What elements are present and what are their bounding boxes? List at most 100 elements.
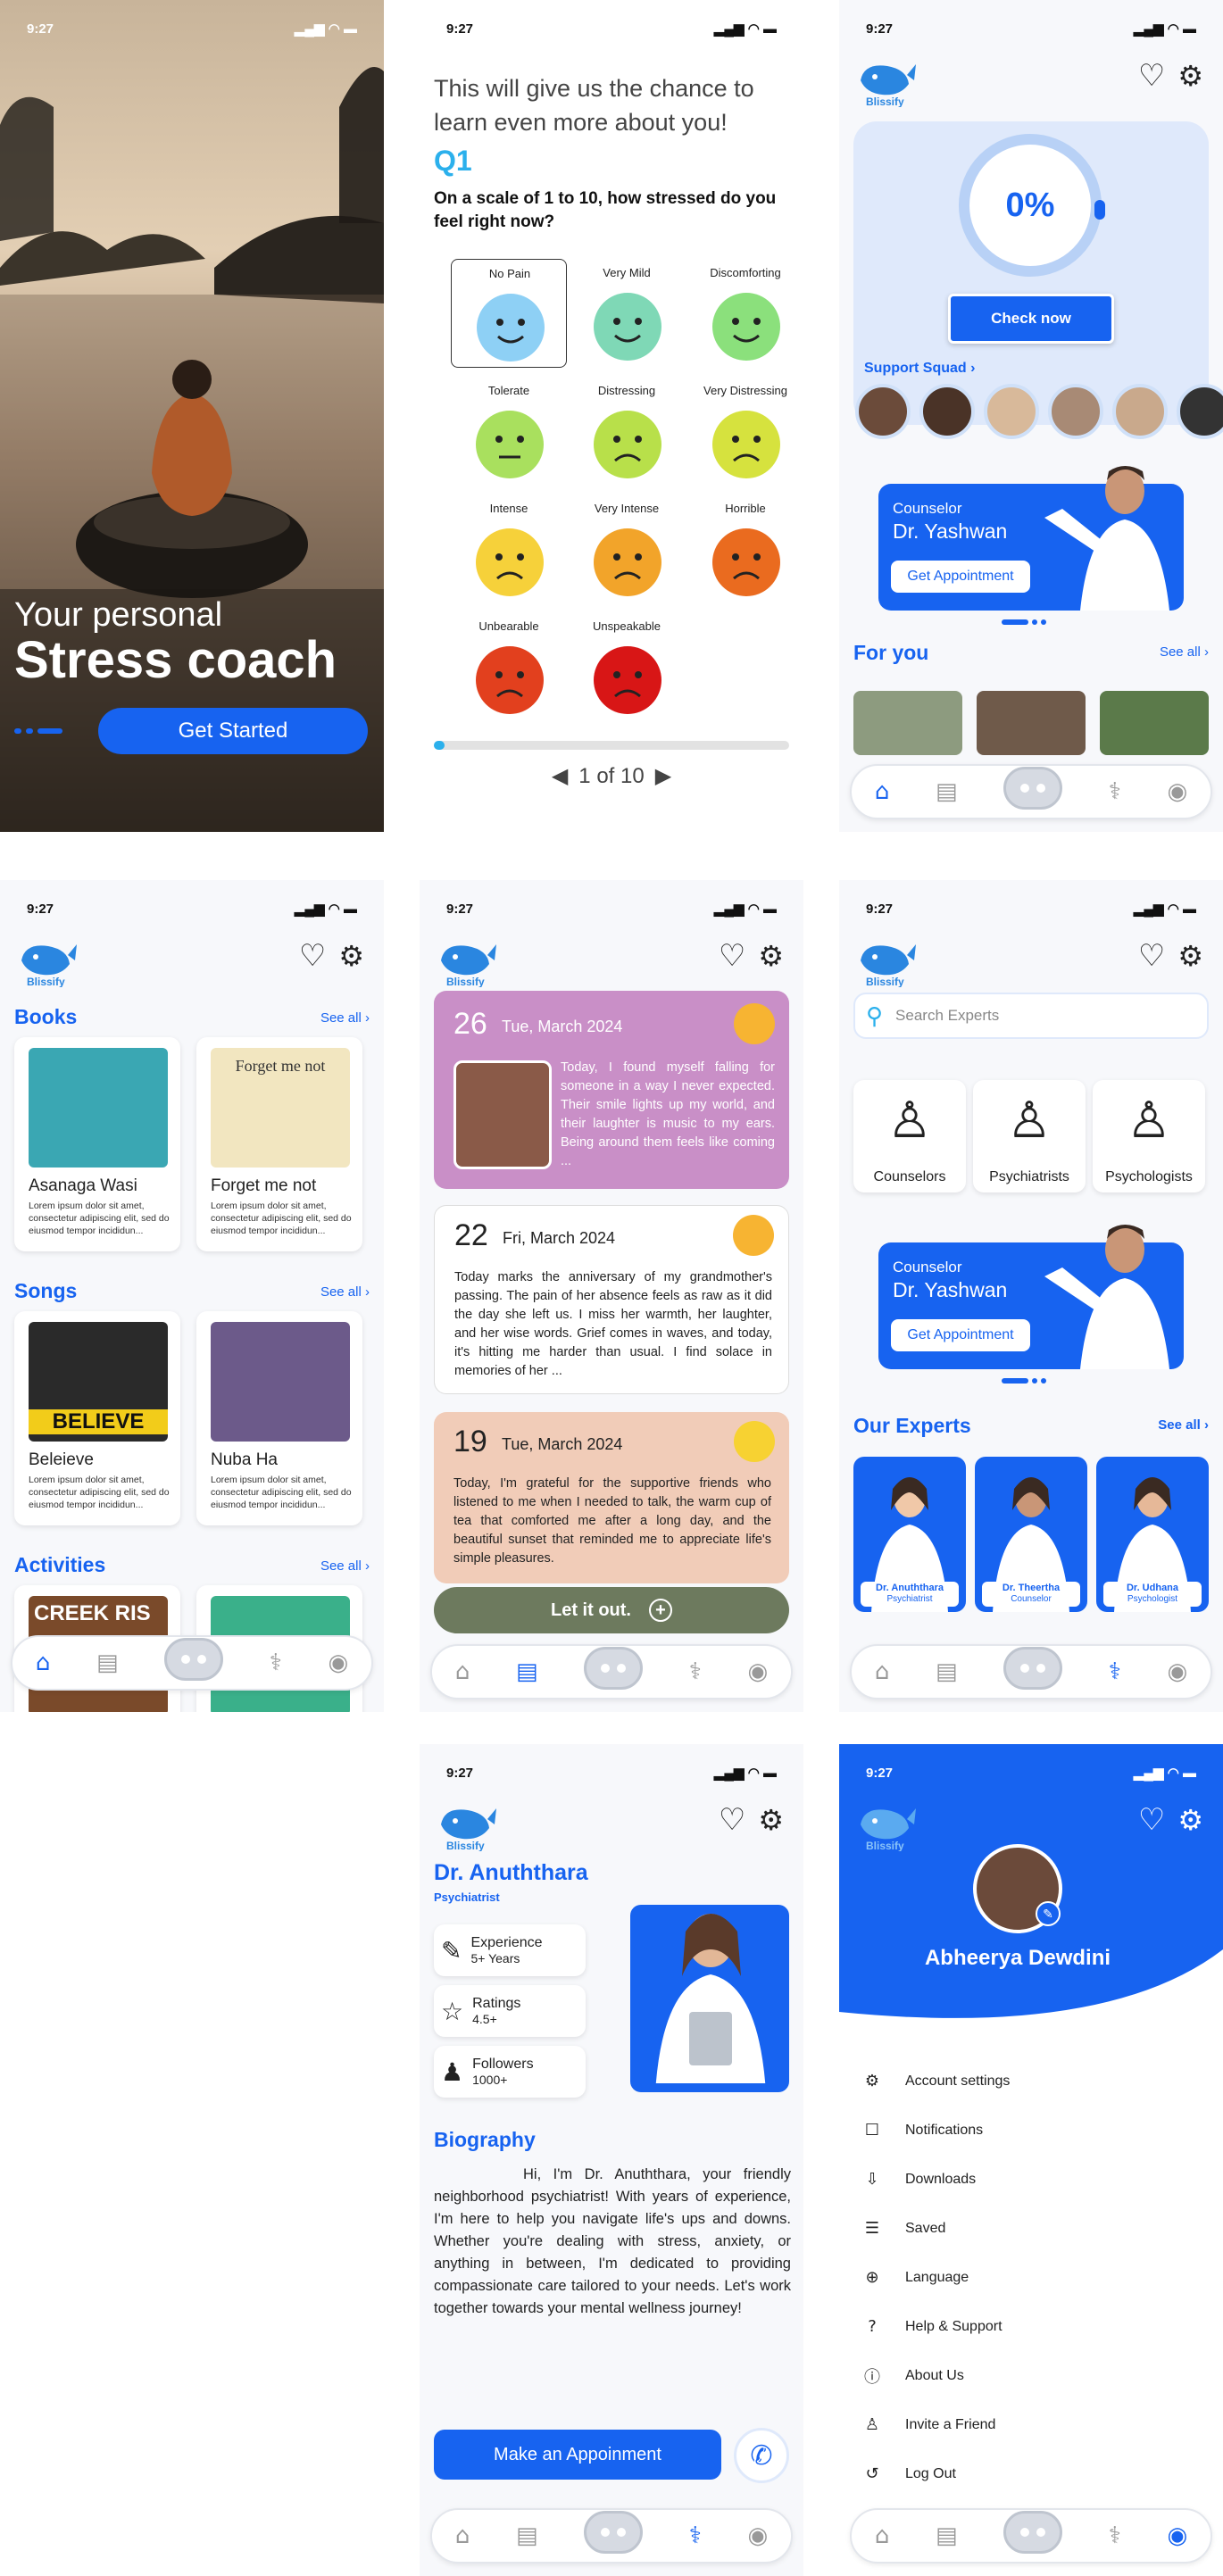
nav-stethoscope-icon[interactable]: ⚕	[1109, 2522, 1121, 2549]
gear-icon[interactable]: ⚙	[1177, 62, 1203, 90]
expert-card[interactable]: Dr. Udhana Psychologist	[1096, 1457, 1209, 1612]
next-icon[interactable]: ▶	[655, 763, 671, 789]
mood-option[interactable]: Discomforting	[687, 259, 803, 368]
mood-option[interactable]: Unbearable	[451, 612, 567, 721]
mood-option[interactable]: Horrible	[687, 494, 803, 603]
see-all-link[interactable]: See all ›	[320, 1284, 370, 1300]
nav-bot-icon[interactable]	[1003, 767, 1063, 810]
nav-stethoscope-icon[interactable]: ⚕	[1109, 1658, 1121, 1685]
nav-stethoscope-icon[interactable]: ⚕	[689, 1658, 702, 1685]
nav-bot-icon[interactable]	[164, 1638, 224, 1681]
nav-book-icon[interactable]: ▤	[936, 1658, 958, 1685]
let-it-out-button[interactable]: Let it out. +	[434, 1587, 789, 1633]
call-button[interactable]: ✆	[734, 2428, 789, 2483]
mood-option[interactable]: No Pain	[451, 259, 567, 368]
expert-card[interactable]: Dr. Theertha Counselor	[975, 1457, 1087, 1612]
check-now-button[interactable]: Check now	[948, 294, 1114, 344]
heart-icon[interactable]: ♡	[299, 941, 326, 971]
nav-bot-icon[interactable]	[584, 1647, 644, 1690]
nav-profile-icon[interactable]: ◉	[747, 1658, 768, 1685]
nav-home-icon[interactable]: ⌂	[875, 778, 890, 805]
nav-home-icon[interactable]: ⌂	[875, 1658, 890, 1685]
nav-stethoscope-icon[interactable]: ⚕	[1109, 778, 1121, 805]
mood-option[interactable]: Very Mild	[569, 259, 685, 368]
mood-option[interactable]: Intense	[451, 494, 567, 603]
heart-icon[interactable]: ♡	[1138, 1805, 1165, 1835]
menu-item-help-support[interactable]: ? Help & Support	[862, 2302, 1202, 2351]
avatar[interactable]: ✎	[973, 1844, 1062, 1933]
see-all-link[interactable]: See all ›	[1160, 644, 1209, 660]
mood-option[interactable]: Tolerate	[451, 377, 567, 486]
library-card[interactable]: BELIEVE Beleieve Lorem ipsum dolor sit ame…	[14, 1311, 180, 1525]
get-appointment-button[interactable]: Get Appointment	[891, 561, 1030, 593]
menu-item-language[interactable]: ⊕ Language	[862, 2253, 1202, 2302]
avatar[interactable]	[1177, 384, 1223, 439]
menu-item-log-out[interactable]: ↺ Log Out	[862, 2449, 1202, 2498]
avatar[interactable]	[984, 384, 1039, 439]
nav-profile-icon[interactable]: ◉	[1167, 1658, 1187, 1685]
nav-stethoscope-icon[interactable]: ⚕	[270, 1649, 282, 1676]
counselor-card[interactable]: Counselor Dr. Yashwan Get Appointment	[878, 1225, 1184, 1369]
gear-icon[interactable]: ⚙	[758, 942, 784, 970]
nav-book-icon[interactable]: ▤	[516, 1658, 538, 1685]
avatar[interactable]	[919, 384, 975, 439]
mood-option[interactable]: Unspeakable	[569, 612, 685, 721]
avatar[interactable]	[1048, 384, 1103, 439]
nav-book-icon[interactable]: ▤	[96, 1649, 119, 1676]
category-counselors[interactable]: ♙ Counselors	[853, 1080, 966, 1192]
nav-bot-icon[interactable]	[1003, 2511, 1063, 2554]
category-psychologists[interactable]: ♙ Psychologists	[1093, 1080, 1205, 1192]
menu-item-notifications[interactable]: ☐ Notifications	[862, 2106, 1202, 2155]
gear-icon[interactable]: ⚙	[338, 942, 364, 970]
nav-home-icon[interactable]: ⌂	[36, 1649, 51, 1676]
heart-icon[interactable]: ♡	[1138, 61, 1165, 91]
library-card[interactable]: Forget me not Forget me not Lorem ipsum do…	[196, 1037, 362, 1251]
get-appointment-button[interactable]: Get Appointment	[891, 1319, 1030, 1351]
nav-profile-icon[interactable]: ◉	[747, 2522, 768, 2549]
mood-option[interactable]: Very Intense	[569, 494, 685, 603]
search-input[interactable]: Search Experts	[895, 1007, 999, 1025]
nav-profile-icon[interactable]: ◉	[1167, 2522, 1187, 2549]
nav-bot-icon[interactable]	[1003, 1647, 1063, 1690]
expert-card[interactable]: Dr. Anuththara Psychiatrist	[853, 1457, 966, 1612]
gear-icon[interactable]: ⚙	[758, 1806, 784, 1834]
nav-home-icon[interactable]: ⌂	[455, 1658, 470, 1685]
library-card[interactable]: Asanaga Wasi Lorem ipsum dolor sit amet, …	[14, 1037, 180, 1251]
menu-item-downloads[interactable]: ⇩ Downloads	[862, 2155, 1202, 2204]
see-all-link[interactable]: See all ›	[1158, 1417, 1209, 1433]
counselor-card[interactable]: Counselor Dr. Yashwan Get Appointment	[878, 466, 1184, 611]
heart-icon[interactable]: ♡	[719, 1805, 745, 1835]
make-appointment-button[interactable]: Make an Appoinment	[434, 2430, 721, 2480]
nav-home-icon[interactable]: ⌂	[875, 2522, 890, 2549]
nav-book-icon[interactable]: ▤	[516, 2522, 538, 2549]
prev-icon[interactable]: ◀	[552, 763, 568, 789]
nav-book-icon[interactable]: ▤	[936, 2522, 958, 2549]
avatar[interactable]	[1112, 384, 1168, 439]
thumb-relax[interactable]	[977, 691, 1086, 755]
mood-option[interactable]: Distressing	[569, 377, 685, 486]
category-psychiatrists[interactable]: ♙ Psychiatrists	[973, 1080, 1086, 1192]
gear-icon[interactable]: ⚙	[1177, 942, 1203, 970]
search-bar[interactable]: ⚲ Search Experts	[853, 993, 1209, 1039]
menu-item-invite-a-friend[interactable]: ♙ Invite a Friend	[862, 2400, 1202, 2449]
nav-bot-icon[interactable]	[584, 2511, 644, 2554]
gear-icon[interactable]: ⚙	[1177, 1806, 1203, 1834]
avatar[interactable]	[855, 384, 911, 439]
thumb-lake[interactable]	[1100, 691, 1209, 755]
library-card[interactable]: Nuba Ha Lorem ipsum dolor sit amet, conse…	[196, 1311, 362, 1525]
heart-icon[interactable]: ♡	[1138, 941, 1165, 971]
menu-item-about-us[interactable]: ⓘ About Us	[862, 2351, 1202, 2400]
nav-stethoscope-icon[interactable]: ⚕	[689, 2522, 702, 2549]
menu-item-saved[interactable]: ☰ Saved	[862, 2204, 1202, 2253]
nav-profile-icon[interactable]: ◉	[1167, 778, 1187, 805]
journal-entry[interactable]: 22 Fri, March 2024 Today marks the anniv…	[434, 1205, 789, 1394]
thumb-tea[interactable]	[853, 691, 962, 755]
support-squad-link[interactable]: Support Squad ›	[864, 361, 975, 377]
get-started-button[interactable]: Get Started	[98, 708, 368, 754]
mood-option[interactable]: Very Distressing	[687, 377, 803, 486]
nav-book-icon[interactable]: ▤	[936, 778, 958, 805]
menu-item-account-settings[interactable]: ⚙ Account settings	[862, 2057, 1202, 2106]
journal-entry[interactable]: 19 Tue, March 2024 Today, I'm grateful f…	[434, 1412, 789, 1583]
edit-icon[interactable]: ✎	[1036, 1901, 1061, 1926]
journal-entry[interactable]: 26 Tue, March 2024 Today, I found myself…	[434, 991, 789, 1189]
